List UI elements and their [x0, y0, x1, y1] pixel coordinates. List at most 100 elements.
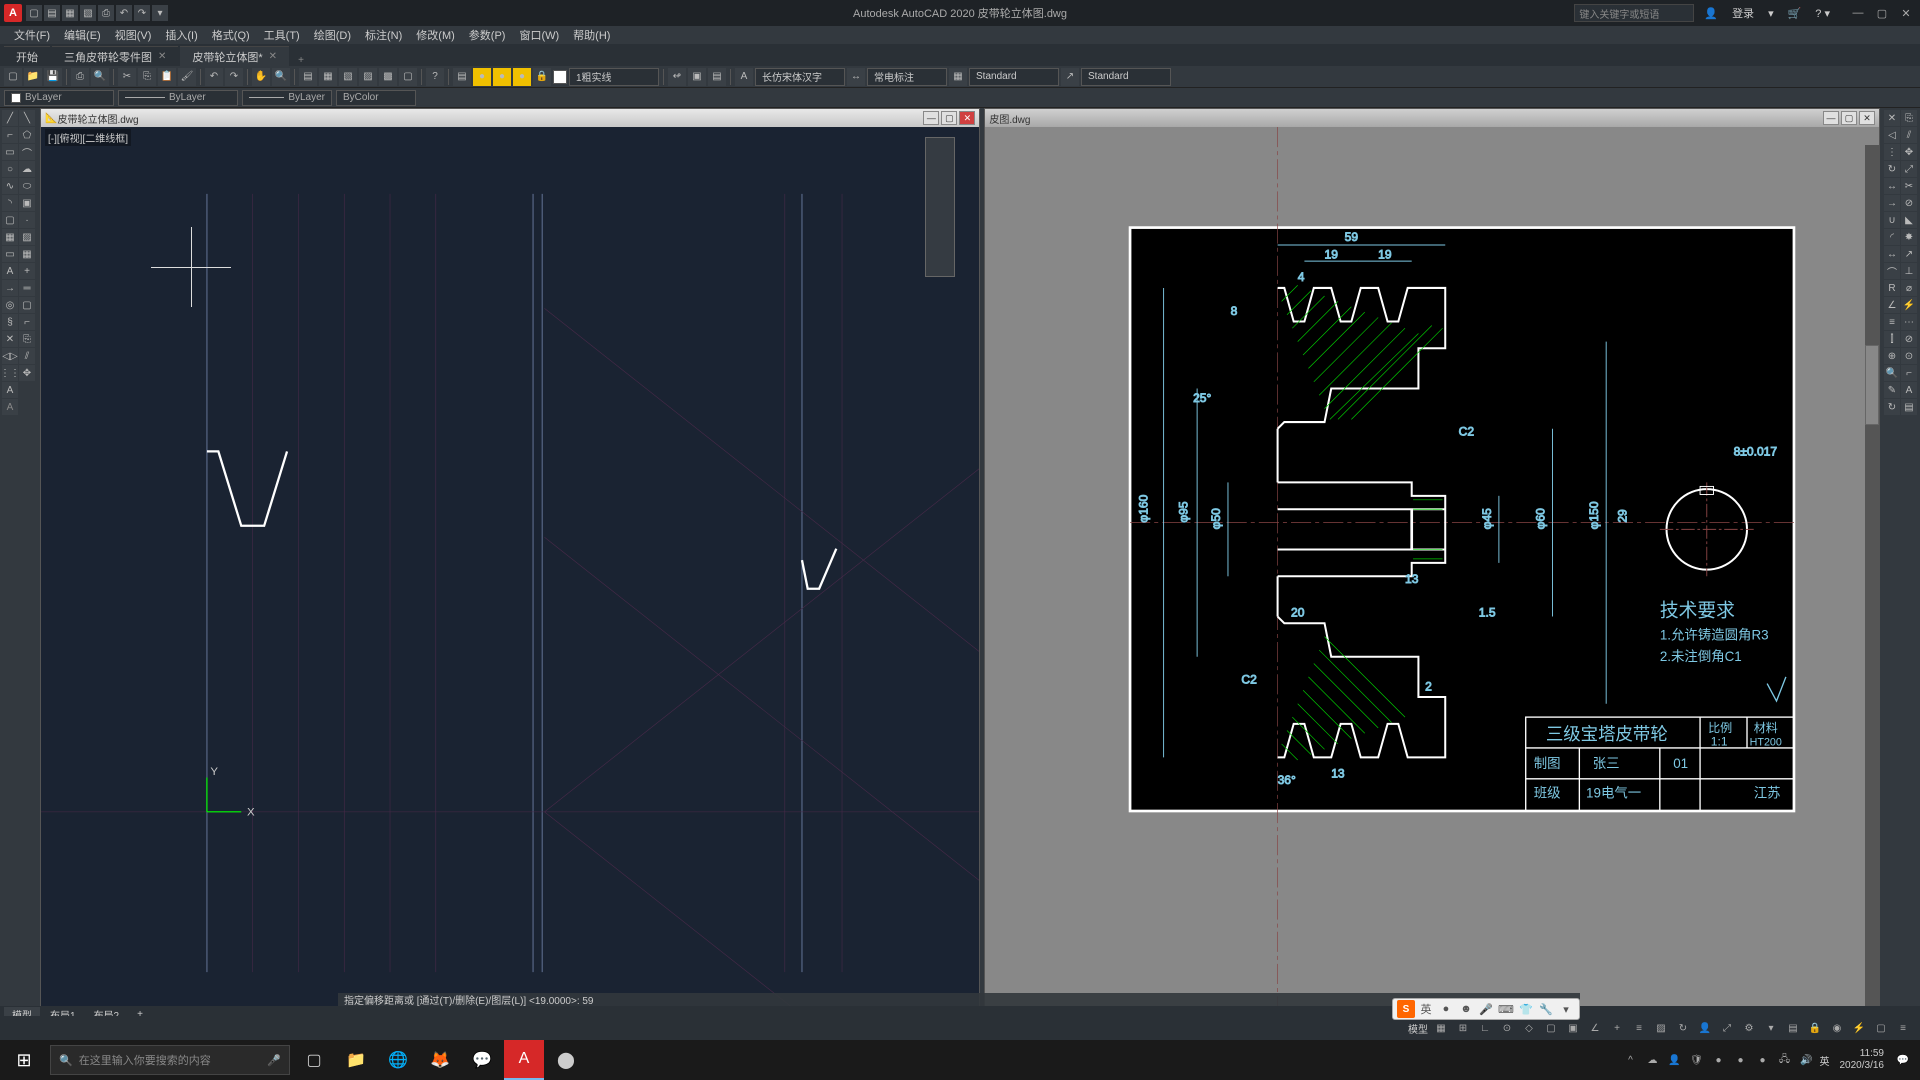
lwt-icon[interactable]: ≡ [1630, 1019, 1648, 1037]
ime-tool-icon[interactable]: 🔧 [1537, 1000, 1555, 1018]
color-dropdown[interactable]: ByLayer [4, 90, 114, 106]
layer-state1-icon[interactable]: ● [473, 68, 491, 86]
menu-dimension[interactable]: 标注(N) [359, 27, 408, 43]
tablestyle-dropdown[interactable]: Standard [969, 68, 1059, 86]
rotate-icon[interactable]: ↻ [1884, 161, 1900, 177]
maximize-button[interactable]: ▢ [1872, 5, 1892, 21]
tray-notifications-icon[interactable]: 💬 [1894, 1051, 1912, 1069]
redo-icon[interactable]: ↷ [225, 68, 243, 86]
osnap-icon[interactable]: ▢ [1542, 1019, 1560, 1037]
grid-icon[interactable]: ▦ [1432, 1019, 1450, 1037]
calc-icon[interactable]: ▢ [399, 68, 417, 86]
tab-close-icon[interactable]: ✕ [158, 51, 166, 62]
revcloud-icon[interactable]: ☁ [19, 161, 35, 177]
hardware-icon[interactable]: ⚡ [1850, 1019, 1868, 1037]
arc-icon[interactable]: ⌒ [19, 144, 35, 160]
stretch-icon[interactable]: ↔ [1884, 178, 1900, 194]
centermark-icon[interactable]: ⊙ [1901, 348, 1917, 364]
status-model[interactable]: 模型 [1408, 1021, 1428, 1036]
ime-logo-icon[interactable]: S [1397, 1000, 1415, 1018]
minimize-button[interactable]: — [1848, 5, 1868, 21]
3dosnap-icon[interactable]: ▣ [1564, 1019, 1582, 1037]
print-icon[interactable]: ⎙ [71, 68, 89, 86]
autocad-task-icon[interactable]: A [504, 1040, 544, 1080]
dim-aligned-icon[interactable]: ↗ [1901, 246, 1917, 262]
transparency-icon[interactable]: ▨ [1652, 1019, 1670, 1037]
menu-view[interactable]: 视图(V) [109, 27, 158, 43]
gradient-icon[interactable]: ▨ [19, 229, 35, 245]
dim-baseline-icon[interactable]: ≡ [1884, 314, 1900, 330]
menu-file[interactable]: 文件(F) [8, 27, 56, 43]
login-button[interactable]: 登录 [1728, 5, 1758, 21]
tray-security-icon[interactable]: 🛡 [1688, 1051, 1706, 1069]
drawing-canvas-left[interactable]: [-][俯视][二维线框] [41, 127, 979, 1039]
extend-icon[interactable]: → [1884, 195, 1900, 211]
open-icon[interactable]: ▤ [44, 5, 60, 21]
window-titlebar[interactable]: 皮图.dwg — ▢ ✕ [985, 109, 1879, 127]
tray-app1-icon[interactable]: ● [1710, 1051, 1728, 1069]
save-icon[interactable]: ▦ [62, 5, 78, 21]
wipeout-icon[interactable]: ▢ [19, 297, 35, 313]
line-icon[interactable]: ╱ [2, 110, 18, 126]
print-icon[interactable]: ⎙ [98, 5, 114, 21]
tab-new-button[interactable]: + [291, 55, 311, 66]
tab-doc1[interactable]: 三角皮带轮零件图✕ [52, 46, 178, 66]
mline-icon[interactable]: ═ [19, 280, 35, 296]
tolerance-icon[interactable]: ⊕ [1884, 348, 1900, 364]
offset-icon[interactable]: ⫽ [1901, 127, 1917, 143]
otrack-icon[interactable]: ∠ [1586, 1019, 1604, 1037]
pline-icon[interactable]: ⌐ [2, 127, 18, 143]
autodesk-apps-icon[interactable]: ▾ [1764, 7, 1778, 20]
trim-icon[interactable]: ✂ [1901, 178, 1917, 194]
isodraft-icon[interactable]: ◇ [1520, 1019, 1538, 1037]
mtext-icon[interactable]: A [2, 263, 18, 279]
ellipse-arc-icon[interactable]: ◝ [2, 195, 18, 211]
win-restore-icon[interactable]: ▢ [941, 111, 957, 125]
erase-icon[interactable]: ✕ [1884, 110, 1900, 126]
tray-app2-icon[interactable]: ● [1732, 1051, 1750, 1069]
win-minimize-icon[interactable]: — [923, 111, 939, 125]
copy-icon[interactable]: ⎘ [1901, 110, 1917, 126]
ime-skin-icon[interactable]: 👕 [1517, 1000, 1535, 1018]
undo-icon[interactable]: ↶ [205, 68, 223, 86]
annomonitor-icon[interactable]: 👤 [1696, 1019, 1714, 1037]
saveas-icon[interactable]: ▧ [80, 5, 96, 21]
xline-icon[interactable]: ╲ [19, 110, 35, 126]
ray-icon[interactable]: → [2, 280, 18, 296]
dimstyle-icon[interactable]: ▤ [1901, 399, 1917, 415]
dimstyle-dropdown[interactable]: 常电标注 [867, 68, 947, 86]
ime-menu-icon[interactable]: ▾ [1557, 1000, 1575, 1018]
dim-space-icon[interactable]: ⫿ [1884, 331, 1900, 347]
cart-icon[interactable]: 🛒 [1784, 7, 1806, 20]
move-icon[interactable]: ✥ [1901, 144, 1917, 160]
layer-dropdown[interactable]: 1粗实线 [569, 68, 659, 86]
win-minimize-icon[interactable]: — [1823, 111, 1839, 125]
clean-icon[interactable]: ▢ [1872, 1019, 1890, 1037]
dyn-icon[interactable]: + [1608, 1019, 1626, 1037]
tab-doc2-active[interactable]: 皮带轮立体图*✕ [180, 46, 289, 66]
dimedit-icon[interactable]: ✎ [1884, 382, 1900, 398]
dim-style-icon[interactable]: ↔ [847, 68, 865, 86]
scrollbar-vertical[interactable] [1865, 145, 1879, 1025]
tab-start[interactable]: 开始 [4, 46, 50, 66]
viewport-label[interactable]: [-][俯视][二维线框] [45, 129, 131, 146]
new-icon[interactable]: ▢ [4, 68, 22, 86]
dimtedit-icon[interactable]: A [1901, 382, 1917, 398]
inspect-icon[interactable]: 🔍 [1884, 365, 1900, 381]
save-icon[interactable]: 💾 [44, 68, 62, 86]
jogged-icon[interactable]: ⌐ [1901, 365, 1917, 381]
sheet-set-icon[interactable]: ▨ [359, 68, 377, 86]
design-center-icon[interactable]: ▦ [319, 68, 337, 86]
layer-manager-icon[interactable]: ▤ [453, 68, 471, 86]
block-icon[interactable]: ▢ [2, 212, 18, 228]
circle-icon[interactable]: ○ [2, 161, 18, 177]
workspace-icon[interactable]: ⚙ [1740, 1019, 1758, 1037]
layer-state2-icon[interactable]: ● [493, 68, 511, 86]
modify-array-icon[interactable]: ⋮⋮ [2, 365, 18, 381]
cut-icon[interactable]: ✂ [118, 68, 136, 86]
dim-linear-icon[interactable]: ↔ [1884, 246, 1900, 262]
isolate-icon[interactable]: ◉ [1828, 1019, 1846, 1037]
modify-erase-icon[interactable]: ✕ [2, 331, 18, 347]
text-a-icon[interactable]: A [2, 382, 18, 398]
open-icon[interactable]: 📁 [24, 68, 42, 86]
